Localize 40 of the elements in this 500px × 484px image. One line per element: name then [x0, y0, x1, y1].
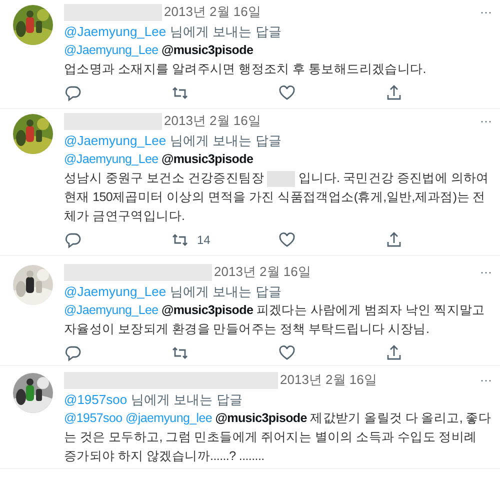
tweet-text: @Jaemyung_Lee @music3pisode 성남시 중원구 보건소 건강증진팀장 입니다. 국민건강 증진법에 의하여 현재 150제곱미터 이상의 면적을 가진 식품접객업소(휴게,일반,제과점)는 전체가 금연구역입니다.	[64, 151, 490, 225]
reply-icon[interactable]	[64, 84, 82, 102]
share-icon[interactable]	[385, 344, 403, 362]
mention-link[interactable]: @music3pisode	[161, 303, 254, 317]
mention-link[interactable]: @jaemyung_lee	[125, 411, 212, 425]
mention-link[interactable]: @music3pisode	[161, 152, 254, 166]
share-icon[interactable]	[385, 231, 403, 249]
reply-icon[interactable]	[64, 231, 82, 249]
mention-link[interactable]: @1957soo	[64, 390, 128, 409]
tweet-date[interactable]: 2013년 2월 16일	[280, 370, 377, 390]
mention-link[interactable]: @1957soo	[64, 411, 122, 425]
mention-link[interactable]: @Jaemyung_Lee	[64, 43, 158, 57]
mention-link[interactable]: @Jaemyung_Lee	[64, 152, 158, 166]
mention-link[interactable]: @Jaemyung_Lee	[64, 131, 166, 150]
heart-icon[interactable]	[278, 84, 296, 102]
share-icon[interactable]	[385, 84, 403, 102]
more-button[interactable]: ···	[480, 266, 492, 278]
mention-link[interactable]: @music3pisode	[215, 411, 307, 425]
more-button[interactable]: ···	[480, 374, 492, 386]
more-button[interactable]: ···	[480, 115, 492, 127]
heart-icon[interactable]	[278, 231, 296, 249]
tweet-date[interactable]: 2013년 2월 16일	[214, 262, 311, 282]
more-button[interactable]: ···	[480, 6, 492, 18]
tweet-text: @Jaemyung_Lee @music3pisode 피겠다는 사람에게 범죄자 낙인 찍지말고 자율성이 보장되게 환경을 만들어주는 정책 부탁드립니다 시장님.	[64, 302, 486, 338]
tweet-date[interactable]: 2013년 2월 16일	[164, 2, 261, 22]
heart-icon[interactable]	[278, 344, 296, 362]
mention-link[interactable]: @music3pisode	[161, 43, 254, 57]
reply-to-label: 님에게 보내는 답글	[170, 23, 282, 41]
retweet-count: 14	[197, 232, 210, 249]
mention-link[interactable]: @Jaemyung_Lee	[64, 22, 166, 41]
tweet-text: @Jaemyung_Lee @music3pisode 업소명과 소재지를 알려주시면 행정조치 후 통보해드리겠습니다.	[64, 42, 427, 78]
tweet-text: @1957soo @jaemyung_lee @music3pisode 제값받기 올릴것 다 올리고, 좋다는 것은 모두하고, 그럼 민초들에게 쥐어지는 별이의 소득과 수입도 정비례 증가되야 하지 않겠습니까......? ........	[64, 410, 492, 465]
reply-to-label: 님에게 보내는 답글	[170, 132, 282, 150]
reply-to-label: 님에게 보내는 답글	[170, 283, 282, 301]
mention-link[interactable]: @Jaemyung_Lee	[64, 303, 158, 317]
tweet-date[interactable]: 2013년 2월 16일	[164, 111, 261, 131]
mention-link[interactable]: @Jaemyung_Lee	[64, 282, 166, 301]
redacted-text	[267, 170, 296, 187]
reply-icon[interactable]	[64, 344, 82, 362]
reply-to-label: 님에게 보내는 답글	[131, 391, 242, 409]
